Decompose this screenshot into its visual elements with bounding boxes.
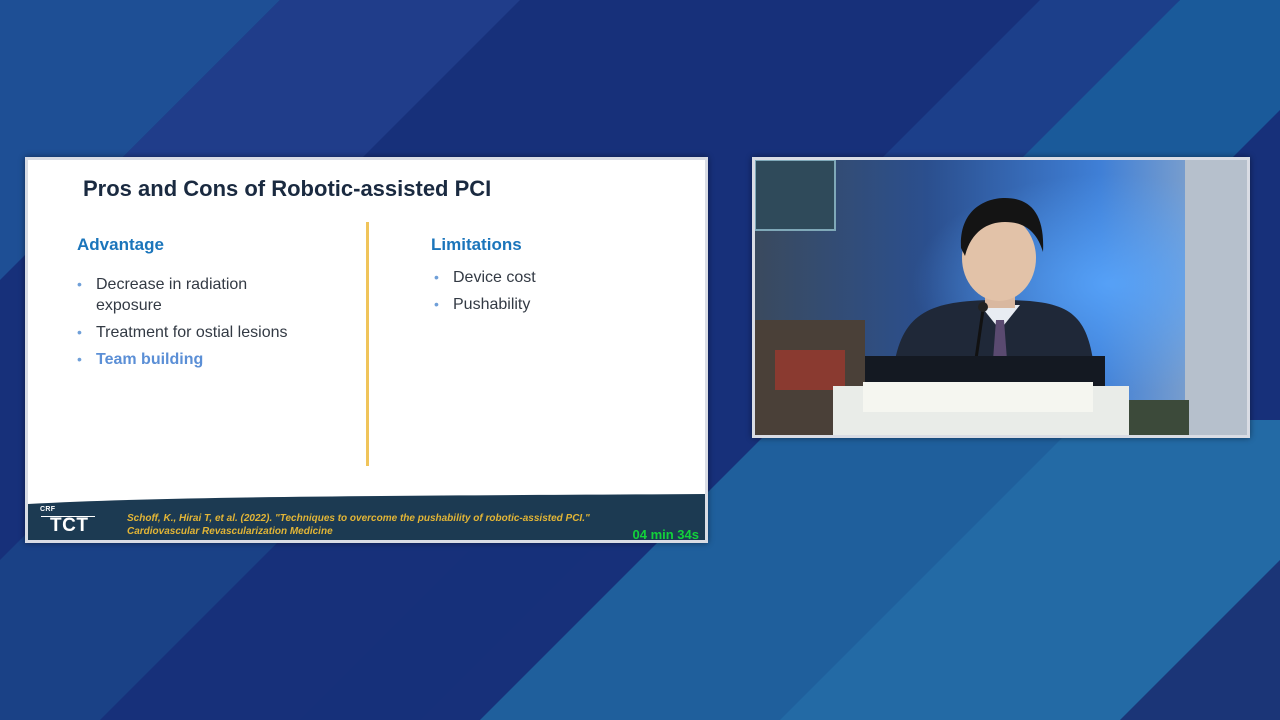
column-divider — [366, 222, 369, 466]
advantage-list: • Decrease in radiation exposure • Treatme… — [77, 274, 297, 376]
advantage-heading: Advantage — [77, 235, 164, 254]
speaker-image — [755, 160, 1247, 435]
list-item: • Team building — [77, 351, 204, 368]
citation-line-1: Schoff, K., Hirai T, et al. (2022). "Tec… — [127, 513, 590, 524]
slide-footer: CRF TCT Schoff, K., Hirai T, et al. (202… — [28, 494, 705, 540]
citation-line-2: Cardiovascular Revascularization Medicin… — [127, 526, 333, 537]
limitations-list: • Device cost • Pushability — [434, 267, 654, 321]
bullet-icon: • — [77, 276, 82, 292]
crf-logo: CRF — [40, 506, 56, 513]
tct-logo: TCT — [50, 515, 89, 536]
bullet-icon: • — [434, 269, 439, 285]
bullet-icon: • — [77, 351, 82, 367]
presentation-slide-panel: Pros and Cons of Robotic-assisted PCI Ad… — [25, 157, 708, 543]
speaker-video-panel — [752, 157, 1250, 438]
slide-title: Pros and Cons of Robotic-assisted PCI — [83, 176, 492, 201]
list-item: • Decrease in radiation exposure — [77, 276, 248, 314]
slide: Pros and Cons of Robotic-assisted PCI Ad… — [28, 160, 705, 540]
list-item: • Device cost — [434, 269, 536, 286]
countdown-timer: 04 min 34s — [632, 527, 700, 539]
limitations-heading: Limitations — [431, 235, 522, 254]
list-item: • Pushability — [434, 296, 531, 313]
conference-stream-view: Pros and Cons of Robotic-assisted PCI Ad… — [0, 0, 1280, 720]
bullet-icon: • — [434, 296, 439, 312]
list-item: • Treatment for ostial lesions — [77, 324, 288, 341]
bullet-icon: • — [77, 324, 82, 340]
citation: Schoff, K., Hirai T, et al. (2022). "Tec… — [127, 512, 590, 538]
speaker-video — [755, 160, 1247, 435]
